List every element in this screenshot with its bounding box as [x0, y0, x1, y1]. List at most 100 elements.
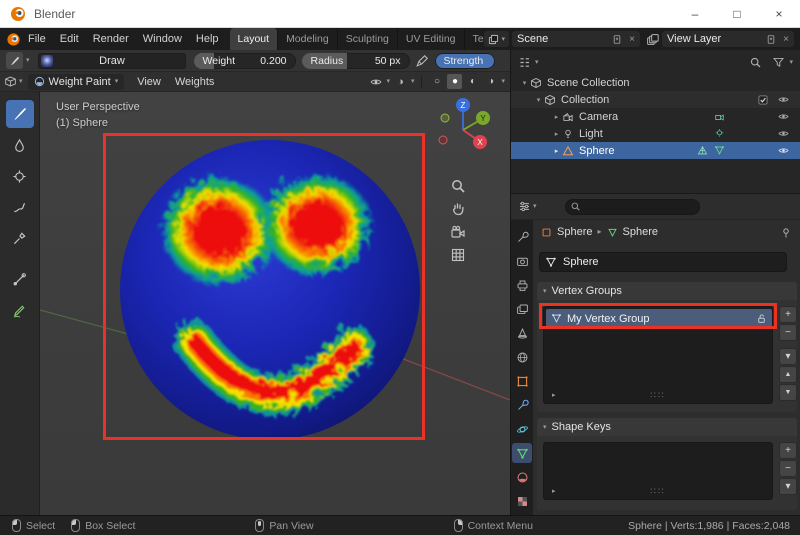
vertex-group-remove-button[interactable]: − — [779, 324, 797, 341]
tab-material[interactable] — [512, 467, 532, 487]
light-data-icon[interactable] — [714, 128, 725, 139]
vertex-group-specials-button[interactable]: ▾ — [779, 348, 797, 365]
lock-icon[interactable] — [756, 313, 767, 324]
menu-view[interactable]: View — [130, 76, 168, 88]
outliner-row-collection[interactable]: ▾ Collection — [511, 91, 800, 108]
menu-edit[interactable]: Edit — [53, 28, 86, 50]
menu-file[interactable]: File — [21, 28, 53, 50]
eye-icon[interactable] — [777, 94, 790, 105]
list-resize-grip[interactable]: ∷∷ — [650, 486, 665, 497]
menu-help[interactable]: Help — [189, 28, 226, 50]
tab-physics[interactable] — [512, 419, 532, 439]
filter-funnel-icon[interactable] — [772, 56, 785, 69]
gizmos-toggle-icon[interactable]: ◑ — [393, 74, 408, 89]
collection-checkbox-icon[interactable] — [757, 94, 769, 106]
scene-browse-button[interactable]: ▾ — [484, 31, 509, 47]
eye-icon[interactable] — [777, 145, 790, 156]
expander-icon[interactable]: ▸ — [551, 113, 562, 121]
new-view-layer-icon[interactable] — [766, 34, 776, 45]
tool-blur[interactable] — [6, 131, 34, 159]
brush-datablock-field[interactable]: Draw — [37, 52, 186, 69]
expander-icon[interactable]: ▾ — [519, 79, 530, 87]
tool-gradient[interactable] — [6, 265, 34, 293]
object-breadcrumb-icon[interactable] — [541, 227, 552, 238]
tab-modifiers[interactable] — [512, 395, 532, 415]
list-filter-expander-icon[interactable]: ▸ — [552, 487, 556, 495]
mesh-data-breadcrumb-icon[interactable] — [607, 227, 618, 238]
strength-slider[interactable]: Strength — [434, 52, 495, 69]
maximize-button[interactable]: □ — [716, 0, 758, 27]
shading-rendered-button[interactable]: ◑ — [483, 74, 498, 89]
vertex-group-add-button[interactable]: + — [779, 306, 797, 323]
outliner-row-camera[interactable]: ▸ Camera — [511, 108, 800, 125]
pressure-toggle-icon[interactable] — [415, 54, 429, 68]
radius-slider[interactable]: Radius 50 px — [301, 52, 410, 69]
pin-icon[interactable] — [780, 227, 792, 239]
menu-window[interactable]: Window — [136, 28, 189, 50]
vertex-group-item[interactable]: My Vertex Group — [546, 309, 772, 328]
shape-key-specials-button[interactable]: ▾ — [779, 478, 797, 495]
tab-tool[interactable] — [512, 227, 532, 247]
camera-data-icon[interactable] — [714, 111, 725, 122]
expander-icon[interactable]: ▸ — [551, 147, 562, 155]
tool-sample-weight[interactable] — [6, 224, 34, 252]
vertex-group-data-icon[interactable] — [714, 145, 725, 156]
properties-editor-icon[interactable] — [518, 200, 531, 213]
breadcrumb-data-name[interactable]: Sphere — [623, 226, 658, 238]
brush-type-button[interactable]: ▾ — [6, 52, 30, 69]
tab-modeling[interactable]: Modeling — [278, 28, 338, 50]
search-icon[interactable] — [749, 56, 762, 69]
navigation-gizmo[interactable]: Z Y X — [430, 94, 496, 158]
tab-scene[interactable] — [512, 323, 532, 343]
scene-name-field[interactable]: Scene × — [512, 31, 640, 47]
pan-hand-icon[interactable] — [450, 201, 466, 217]
view-layer-field[interactable]: View Layer × — [662, 31, 794, 47]
view-layer-icon[interactable] — [646, 33, 659, 46]
tab-layout[interactable]: Layout — [229, 28, 279, 50]
tab-texture-paint[interactable]: Texture Paint — [465, 28, 485, 50]
vertex-group-move-up-button[interactable]: ▲ — [779, 366, 797, 383]
blender-menu-icon[interactable] — [6, 32, 21, 47]
tab-view-layer[interactable] — [512, 299, 532, 319]
shape-keys-panel-header[interactable]: ▾ Shape Keys — [537, 418, 797, 436]
tab-texture[interactable] — [512, 491, 532, 511]
unlink-scene-icon[interactable]: × — [629, 34, 635, 45]
tab-object[interactable] — [512, 371, 532, 391]
menu-render[interactable]: Render — [86, 28, 136, 50]
zoom-icon[interactable] — [450, 178, 466, 194]
panel-expand-icon[interactable]: ▾ — [543, 288, 547, 295]
panel-expand-icon[interactable]: ▾ — [543, 424, 547, 431]
tool-average[interactable] — [6, 162, 34, 190]
minimize-button[interactable]: – — [674, 0, 716, 27]
list-resize-grip[interactable]: ∷∷ — [650, 390, 665, 401]
menu-weights[interactable]: Weights — [168, 76, 222, 88]
tab-uv-editing[interactable]: UV Editing — [398, 28, 465, 50]
mesh-name-field[interactable]: Sphere — [539, 252, 787, 272]
vertex-groups-panel-header[interactable]: ▾ Vertex Groups — [537, 282, 797, 300]
eye-icon[interactable] — [777, 111, 790, 122]
shape-keys-list[interactable]: ▸ ∷∷ — [543, 442, 773, 500]
properties-search-input[interactable] — [564, 198, 700, 215]
outliner-display-mode-icon[interactable] — [518, 56, 531, 69]
tool-draw-brush[interactable] — [5, 100, 34, 128]
camera-view-icon[interactable] — [450, 224, 466, 240]
shading-solid-button[interactable]: ● — [447, 74, 463, 89]
tool-smear[interactable] — [6, 193, 34, 221]
vertex-groups-list[interactable]: My Vertex Group ▸ ∷∷ — [543, 306, 773, 404]
tool-annotate[interactable] — [6, 296, 34, 324]
close-button[interactable]: × — [758, 0, 800, 27]
shape-key-remove-button[interactable]: − — [779, 460, 797, 477]
breadcrumb-object-name[interactable]: Sphere — [557, 226, 592, 238]
toggle-grid-icon[interactable] — [450, 247, 466, 263]
outliner-row-light[interactable]: ▸ Light — [511, 125, 800, 142]
tab-sculpting[interactable]: Sculpting — [338, 28, 398, 50]
outliner-row-sphere[interactable]: ▸ Sphere — [511, 142, 800, 159]
overlays-eye-icon[interactable] — [369, 76, 383, 88]
remove-view-layer-icon[interactable]: × — [783, 34, 789, 45]
eye-icon[interactable] — [777, 128, 790, 139]
outliner-row-scene-collection[interactable]: ▾ Scene Collection — [511, 74, 800, 91]
tab-output[interactable] — [512, 275, 532, 295]
expander-icon[interactable]: ▸ — [551, 130, 562, 138]
tab-world[interactable] — [512, 347, 532, 367]
shape-key-add-button[interactable]: + — [779, 442, 797, 459]
